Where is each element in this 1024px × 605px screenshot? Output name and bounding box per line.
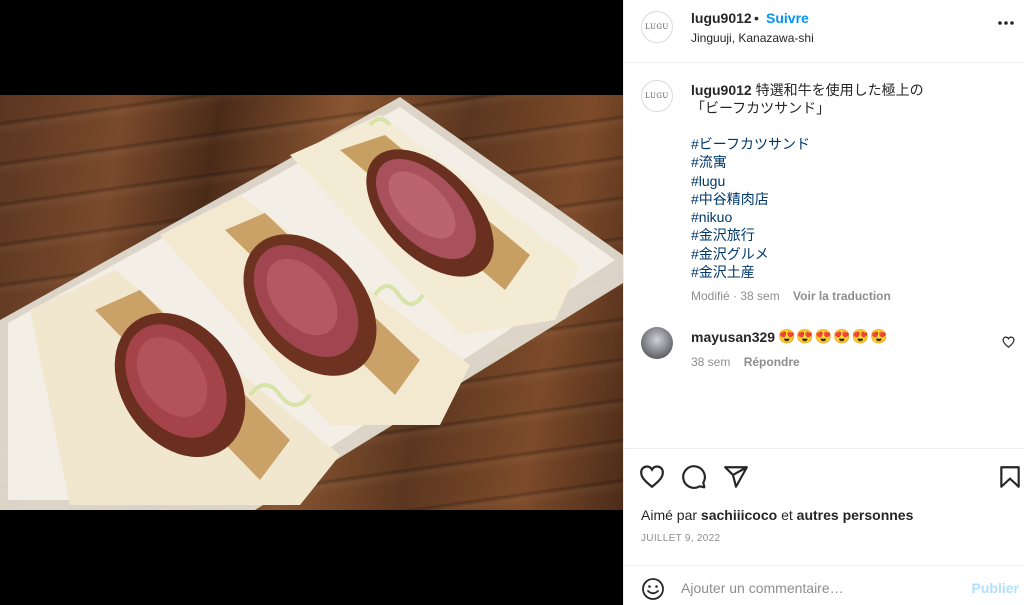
hashtag[interactable]: #lugu bbox=[691, 172, 810, 190]
reply-button[interactable]: Répondre bbox=[744, 355, 800, 369]
caption-meta: Modifié · 38 sem Voir la traduction bbox=[691, 289, 891, 303]
post-media[interactable] bbox=[0, 0, 623, 605]
hashtag[interactable]: #金沢旅行 bbox=[691, 226, 810, 244]
caption-text: lugu9012 特選和牛を使用した極上の 「ビーフカツサンド」 bbox=[691, 81, 991, 118]
hashtag[interactable]: #nikuo bbox=[691, 208, 810, 226]
likes-summary: Aimé par sachiiicoco et autres personnes bbox=[641, 507, 913, 523]
post-actions: Aimé par sachiiicoco et autres personnes… bbox=[624, 448, 1024, 560]
likes-joiner: et bbox=[781, 507, 793, 523]
comment-like-icon[interactable] bbox=[1002, 336, 1015, 348]
comment-time: 38 sem bbox=[691, 355, 731, 369]
translate-button[interactable]: Voir la traduction bbox=[793, 289, 891, 303]
more-options-icon[interactable] bbox=[997, 20, 1015, 26]
avatar-logo: LUGU bbox=[645, 23, 669, 31]
post-header: LUGU lugu9012 • Suivre Jinguuji, Kanazaw… bbox=[624, 0, 1024, 63]
comment-input[interactable] bbox=[681, 575, 961, 601]
bookmark-icon[interactable] bbox=[997, 464, 1023, 490]
comment-meta: 38 sem Répondre bbox=[691, 355, 800, 369]
comment-username[interactable]: mayusan329 bbox=[691, 329, 775, 345]
post-date: JUILLET 9, 2022 bbox=[641, 533, 721, 544]
caption-line2: 「ビーフカツサンド」 bbox=[691, 100, 831, 117]
post-username[interactable]: lugu9012 bbox=[691, 10, 752, 26]
heart-icon[interactable] bbox=[639, 464, 665, 490]
caption-line1: 特選和牛を使用した極上の bbox=[755, 82, 924, 98]
caption-username[interactable]: lugu9012 bbox=[691, 82, 752, 98]
comments-section: LUGU lugu9012 特選和牛を使用した極上の 「ビーフカツサンド」 #ビ… bbox=[624, 64, 1024, 448]
publish-button[interactable]: Publier bbox=[972, 580, 1019, 596]
emoji-icon[interactable] bbox=[641, 577, 665, 601]
hashtag-list: #ビーフカツサンド #流寓 #lugu #中谷精肉店 #nikuo #金沢旅行 … bbox=[691, 135, 810, 281]
hashtag[interactable]: #金沢土産 bbox=[691, 263, 810, 281]
edited-time: Modifié · 38 sem bbox=[691, 289, 780, 303]
post-panel: LUGU lugu9012 • Suivre Jinguuji, Kanazaw… bbox=[623, 0, 1024, 605]
hashtag[interactable]: #ビーフカツサンド bbox=[691, 135, 810, 153]
likes-others[interactable]: autres personnes bbox=[797, 507, 914, 523]
comment-icon[interactable] bbox=[681, 464, 707, 490]
likes-prefix: Aimé par bbox=[641, 507, 698, 523]
avatar[interactable]: LUGU bbox=[641, 11, 673, 43]
post-photo[interactable] bbox=[0, 95, 623, 510]
hashtag[interactable]: #金沢グルメ bbox=[691, 245, 810, 263]
comment-avatar[interactable] bbox=[641, 327, 673, 359]
separator-dot: • bbox=[754, 10, 759, 26]
share-icon[interactable] bbox=[723, 464, 749, 490]
caption-avatar[interactable]: LUGU bbox=[641, 80, 673, 112]
follow-button[interactable]: Suivre bbox=[766, 10, 809, 26]
post-location[interactable]: Jinguuji, Kanazawa-shi bbox=[691, 31, 814, 45]
sandwich-illustration bbox=[0, 97, 623, 510]
likes-user[interactable]: sachiiicoco bbox=[701, 507, 777, 523]
comment-text: 😍😍😍😍😍😍 bbox=[778, 328, 889, 344]
hashtag[interactable]: #中谷精肉店 bbox=[691, 190, 810, 208]
hashtag[interactable]: #流寓 bbox=[691, 153, 810, 171]
add-comment-bar: Publier bbox=[624, 565, 1024, 605]
avatar-logo: LUGU bbox=[645, 92, 669, 100]
